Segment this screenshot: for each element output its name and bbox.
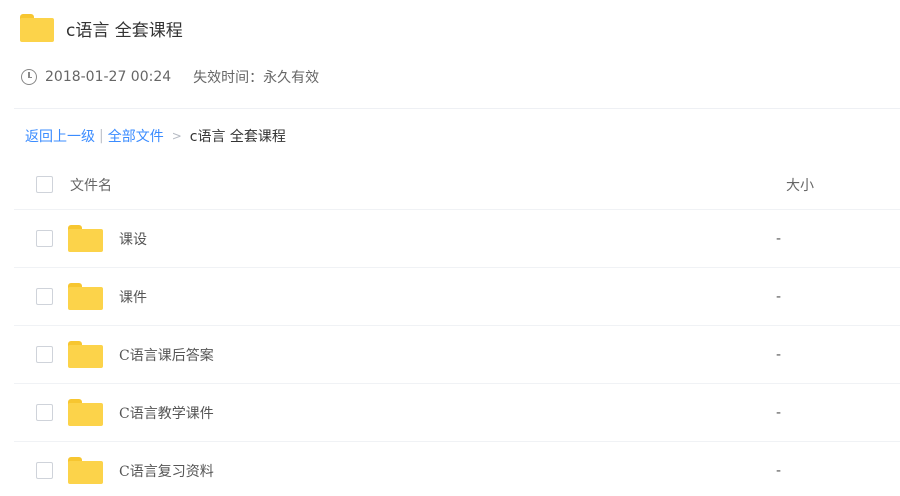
all-files-link[interactable]: 全部文件 [108, 126, 164, 146]
table-row[interactable]: 课设 - [14, 210, 900, 268]
file-name[interactable]: C语言复习资料 [119, 461, 214, 481]
select-all-checkbox[interactable] [36, 176, 53, 193]
file-size: - [776, 404, 782, 421]
column-size-header[interactable]: 大小 [786, 175, 814, 195]
share-title: c语言 全套课程 [66, 20, 183, 41]
folder-icon [68, 457, 103, 484]
file-name[interactable]: 课件 [119, 287, 147, 307]
folder-icon [68, 283, 103, 310]
table-row[interactable]: C语言复习资料 - [14, 442, 900, 496]
table-row[interactable]: C语言课后答案 - [14, 326, 900, 384]
list-header: 文件名 大小 [14, 160, 900, 210]
file-size: - [776, 230, 782, 247]
divider [14, 108, 900, 109]
share-header: c语言 全套课程 [20, 13, 183, 43]
back-link[interactable]: 返回上一级 [25, 126, 95, 146]
folder-icon [68, 225, 103, 252]
share-meta: 2018-01-27 00:24 失效时间：永久有效 [21, 66, 319, 88]
file-size: - [776, 346, 782, 363]
file-size: - [776, 462, 782, 479]
file-name[interactable]: C语言教学课件 [119, 403, 214, 423]
row-checkbox[interactable] [36, 230, 53, 247]
row-checkbox[interactable] [36, 462, 53, 479]
file-size: - [776, 288, 782, 305]
clock-icon [21, 69, 37, 85]
table-row[interactable]: C语言教学课件 - [14, 384, 900, 442]
file-name[interactable]: C语言课后答案 [119, 345, 214, 365]
row-checkbox[interactable] [36, 288, 53, 305]
row-checkbox[interactable] [36, 404, 53, 421]
breadcrumb-arrow: > [171, 129, 182, 143]
table-row[interactable]: 课件 - [14, 268, 900, 326]
breadcrumb-current: c语言 全套课程 [189, 129, 286, 145]
file-list: 文件名 大小 课设 - 课件 - C语言课后答案 - C语言教学课件 - C语言… [14, 160, 900, 496]
folder-icon [68, 341, 103, 368]
breadcrumb: 返回上一级 | 全部文件 > c语言 全套课程 [25, 126, 286, 146]
share-date: 2018-01-27 00:24 [45, 69, 172, 85]
row-checkbox[interactable] [36, 346, 53, 363]
breadcrumb-separator: | [99, 128, 104, 144]
column-name-header[interactable]: 文件名 [70, 175, 112, 195]
folder-icon [20, 14, 54, 42]
expire-text: 失效时间：永久有效 [193, 70, 320, 86]
file-name[interactable]: 课设 [119, 229, 147, 249]
folder-icon [68, 399, 103, 426]
